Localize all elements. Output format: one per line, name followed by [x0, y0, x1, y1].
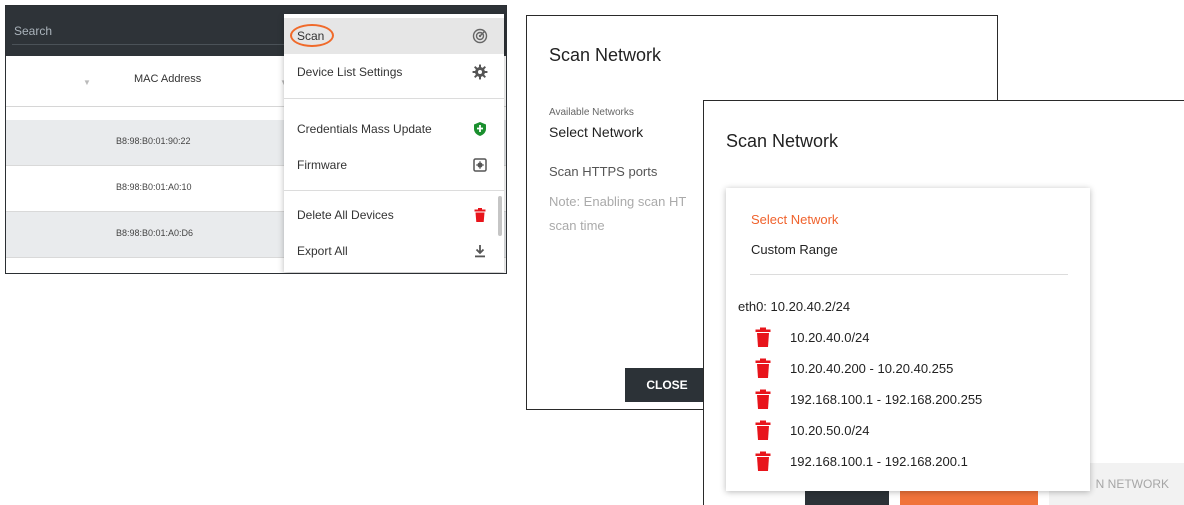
menu-item-scan[interactable]: Scan	[284, 18, 504, 54]
dropdown-divider	[750, 274, 1068, 275]
search-input[interactable]: Search	[14, 24, 52, 38]
mac-address-column-header[interactable]: MAC Address	[134, 73, 201, 85]
menu-item-delete-all-devices[interactable]: Delete All Devices	[284, 197, 504, 233]
actions-menu: Scan Device List Settings Credentials Ma…	[284, 14, 504, 272]
chip-icon	[473, 158, 487, 172]
range-item[interactable]: 192.168.100.1 - 192.168.200.1	[754, 451, 1074, 473]
menu-divider	[284, 98, 504, 99]
shield-icon	[474, 122, 486, 136]
mac-cell: B8:98:B0:01:90:22	[116, 136, 191, 146]
search-underline	[12, 44, 286, 45]
dialog-title: Scan Network	[726, 131, 839, 151]
highlight-circle	[290, 24, 334, 47]
menu-item-label: Export All	[297, 244, 348, 258]
trash-icon[interactable]	[754, 420, 772, 440]
trash-icon[interactable]	[754, 389, 772, 409]
trash-icon[interactable]	[754, 451, 772, 471]
range-label: 192.168.100.1 - 192.168.200.1	[790, 454, 968, 469]
range-label: 10.20.40.200 - 10.20.40.255	[790, 361, 954, 376]
radar-icon	[472, 28, 488, 44]
network-select[interactable]: Select Network	[549, 124, 643, 140]
menu-item-credentials-mass-update[interactable]: Credentials Mass Update	[284, 111, 504, 147]
device-list-panel: Search ▼ MAC Address ▼ B8:98:B0:01:90:22…	[5, 5, 507, 274]
close-button[interactable]: CLOSE	[625, 368, 709, 402]
menu-item-label: Device List Settings	[297, 65, 403, 79]
sort-arrow-icon[interactable]: ▼	[83, 78, 91, 87]
menu-item-label: Firmware	[297, 158, 347, 172]
gear-icon	[472, 64, 488, 80]
menu-scrollbar[interactable]	[498, 196, 502, 236]
option-select-network[interactable]: Select Network	[751, 212, 838, 227]
menu-item-firmware[interactable]: Firmware	[284, 147, 504, 183]
trash-icon[interactable]	[754, 327, 772, 347]
network-dropdown: Select Network Custom Range eth0: 10.20.…	[726, 188, 1090, 491]
mac-cell: B8:98:B0:01:A0:10	[116, 182, 192, 192]
option-custom-range[interactable]: Custom Range	[751, 242, 838, 257]
dialog-title: Scan Network	[549, 45, 662, 65]
range-label: 10.20.40.0/24	[790, 330, 870, 345]
trash-icon	[474, 208, 486, 222]
range-item[interactable]: 192.168.100.1 - 192.168.200.255	[754, 389, 1074, 411]
range-item[interactable]: 10.20.50.0/24	[754, 420, 1074, 442]
range-label: 10.20.50.0/24	[790, 423, 870, 438]
menu-item-label: Delete All Devices	[297, 208, 394, 222]
menu-item-export-all[interactable]: Export All	[284, 233, 504, 269]
menu-divider	[284, 190, 504, 191]
mac-cell: B8:98:B0:01:A0:D6	[116, 228, 194, 238]
scan-https-label: Scan HTTPS ports	[549, 164, 658, 179]
trash-icon[interactable]	[754, 358, 772, 378]
scan-note-text: scan time	[549, 218, 605, 233]
menu-item-label: Credentials Mass Update	[297, 122, 432, 136]
range-item[interactable]: 10.20.40.0/24	[754, 327, 1074, 349]
scan-network-dialog-dropdown-open: Scan Network N NETWORK Select Network Cu…	[703, 100, 1184, 505]
range-item[interactable]: 10.20.40.200 - 10.20.40.255	[754, 358, 1074, 380]
option-interface[interactable]: eth0: 10.20.40.2/24	[738, 299, 850, 314]
menu-item-device-list-settings[interactable]: Device List Settings	[284, 54, 504, 90]
download-icon	[475, 245, 485, 258]
scan-note-text: Note: Enabling scan HT	[549, 194, 687, 209]
range-label: 192.168.100.1 - 192.168.200.255	[790, 392, 983, 407]
available-networks-label: Available Networks	[549, 107, 634, 118]
